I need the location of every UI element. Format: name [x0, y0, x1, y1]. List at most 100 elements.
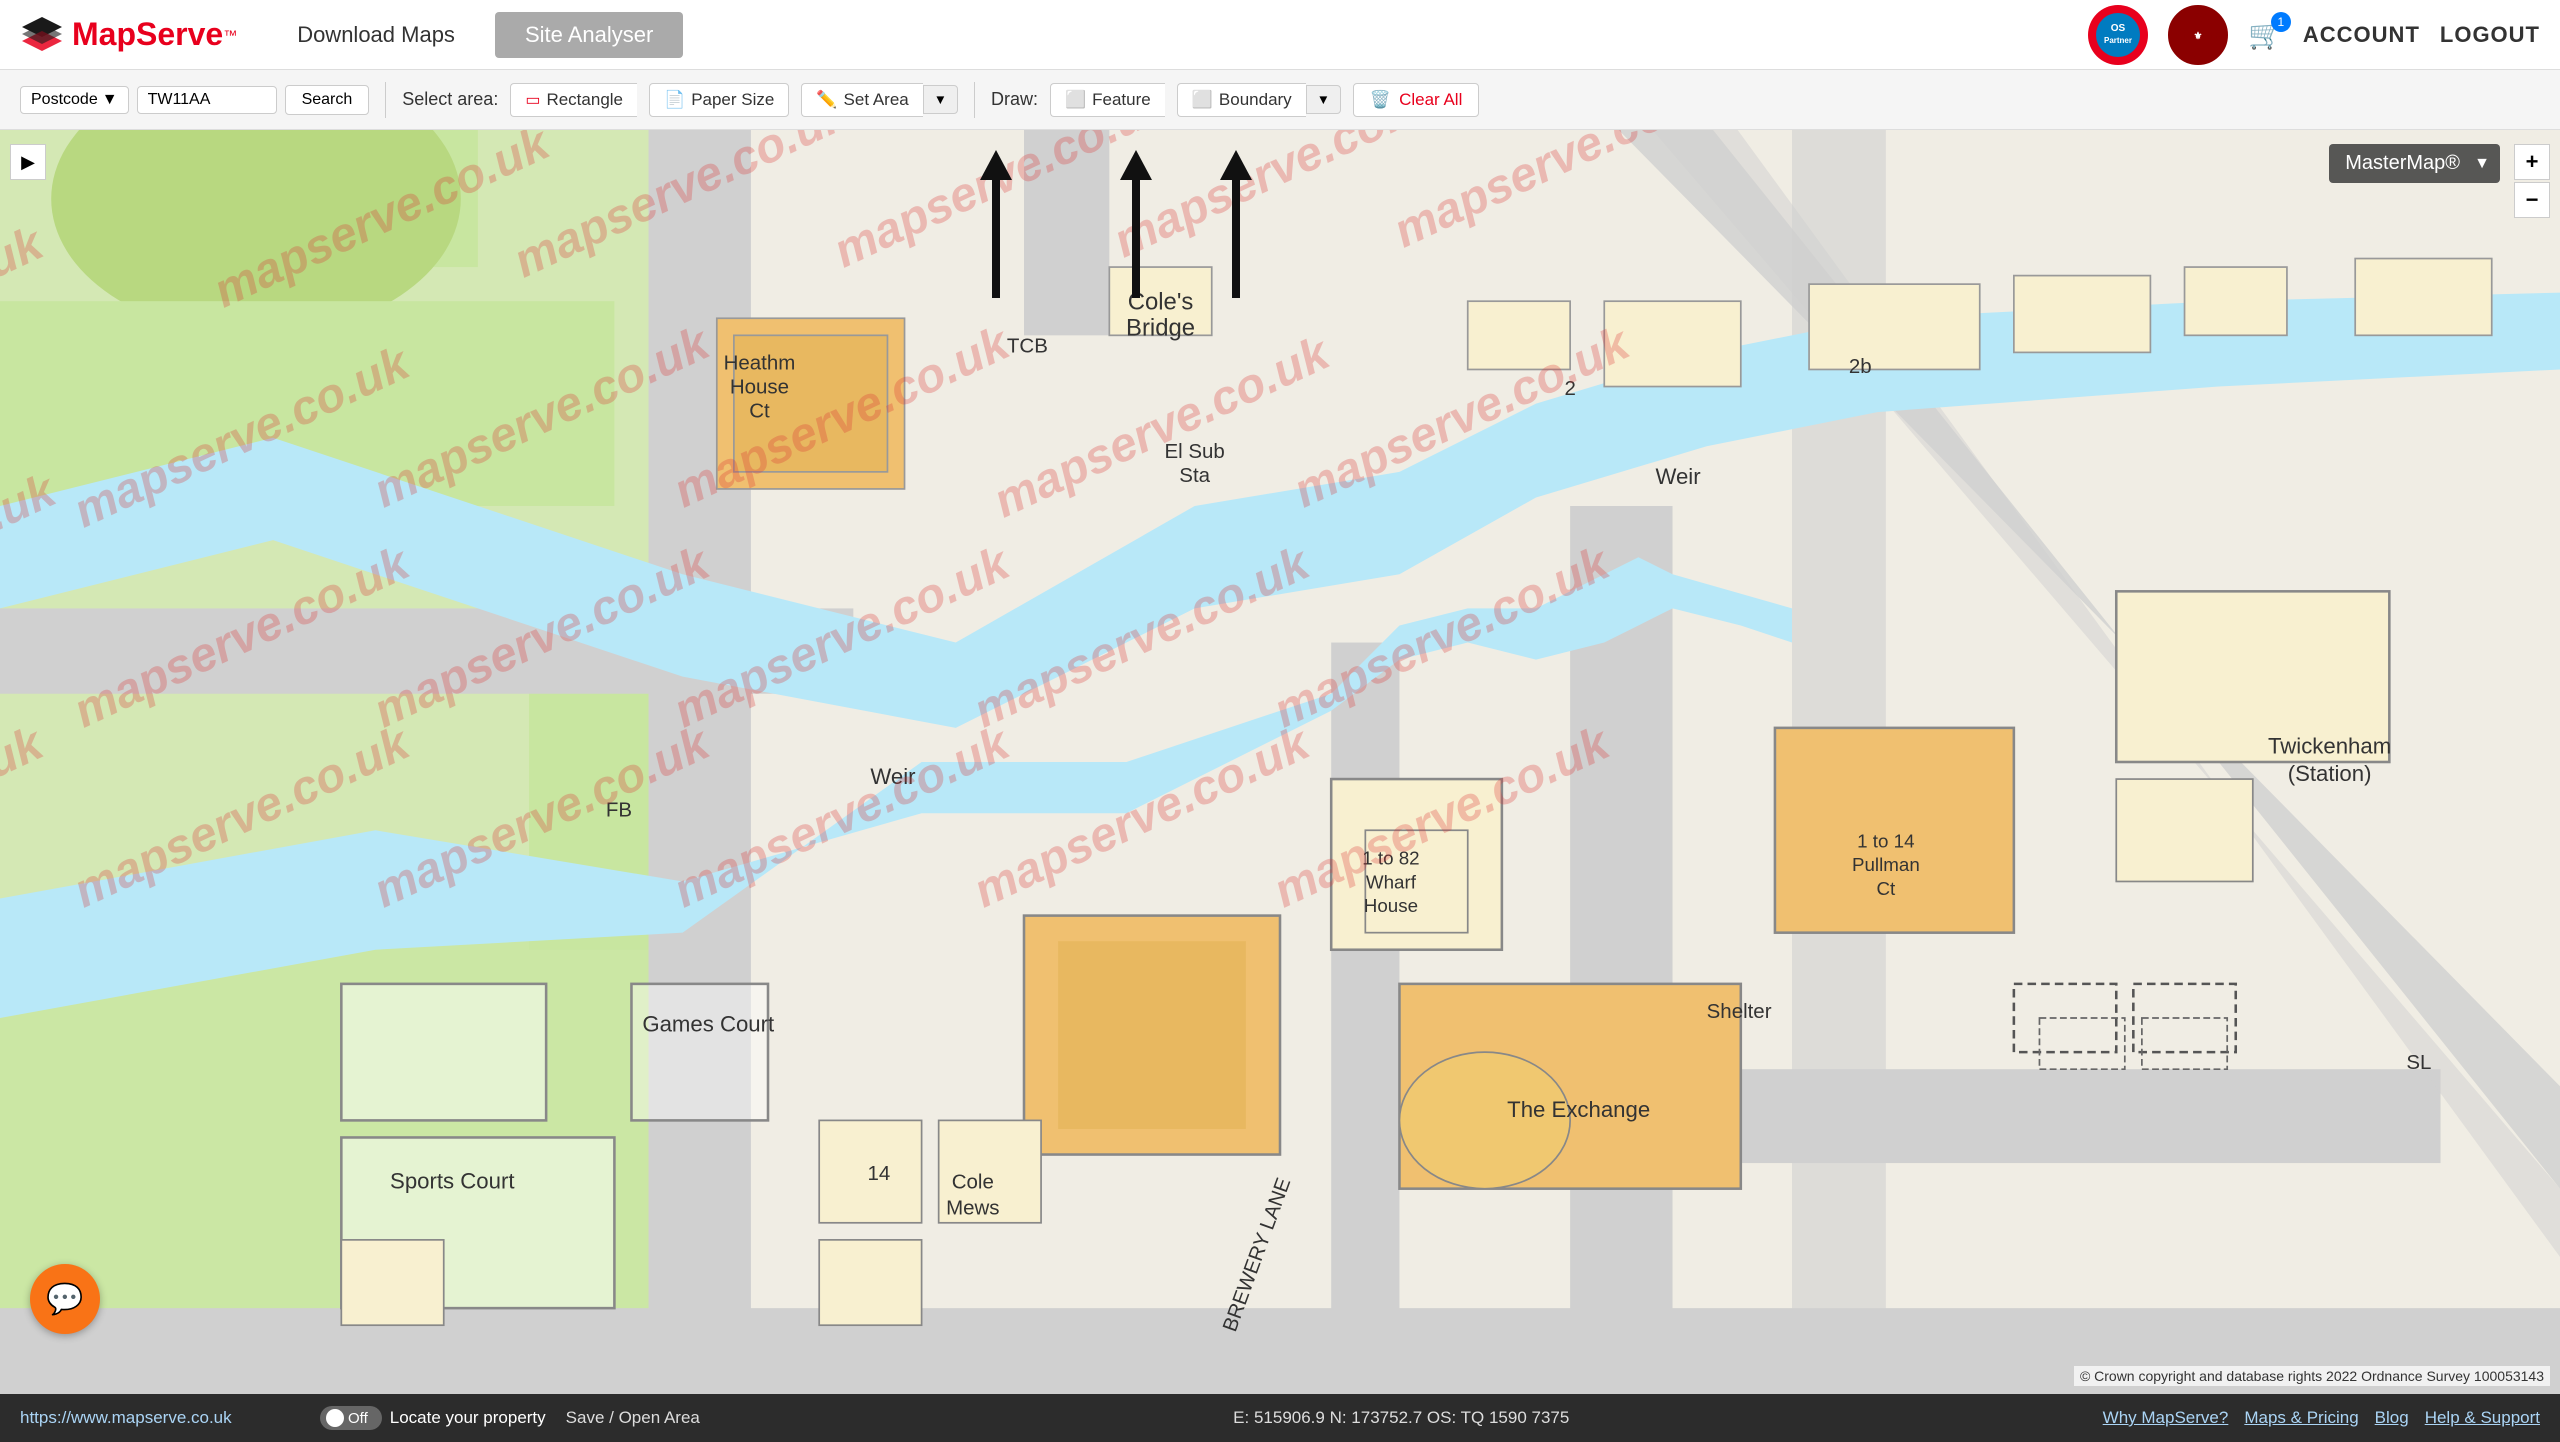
save-open-label[interactable]: Save / Open Area — [566, 1408, 700, 1428]
svg-text:Mews: Mews — [946, 1196, 999, 1219]
svg-text:Partner: Partner — [2104, 36, 2132, 45]
svg-text:The Exchange: The Exchange — [1507, 1097, 1650, 1122]
postcode-type-select[interactable]: Postcode ▼ — [20, 86, 129, 114]
set-area-icon: ✏️ — [816, 90, 837, 110]
set-area-group: ✏️ Set Area ▼ — [801, 83, 958, 117]
svg-text:TCB: TCB — [1007, 334, 1048, 357]
map-copyright: © Crown copyright and database rights 20… — [2074, 1366, 2550, 1386]
svg-text:Heathm: Heathm — [724, 351, 796, 374]
zoom-in-button[interactable]: + — [2514, 144, 2550, 180]
expand-map-button[interactable]: ▶ — [10, 144, 46, 180]
zoom-controls: + − — [2514, 144, 2550, 218]
header: MapServe™ Download Maps Site Analyser OS… — [0, 0, 2560, 70]
svg-text:2: 2 — [1564, 377, 1575, 400]
arrow-shaft-2 — [1132, 178, 1140, 298]
rectangle-button[interactable]: ▭ Rectangle — [510, 83, 637, 117]
toolbar: Postcode ▼ Search Select area: ▭ Rectang… — [0, 70, 2560, 130]
feature-group: ⬜ Feature — [1050, 83, 1165, 117]
set-area-dropdown[interactable]: ▼ — [923, 85, 958, 114]
boundary-icon: ⬜ — [1192, 90, 1213, 110]
account-link[interactable]: ACCOUNT — [2303, 22, 2420, 48]
boundary-button[interactable]: ⬜ Boundary — [1177, 83, 1306, 117]
svg-text:⚜: ⚜ — [2194, 31, 2203, 42]
locate-label: Locate your property — [390, 1408, 546, 1428]
svg-text:Games Court: Games Court — [642, 1012, 774, 1037]
divider2 — [974, 82, 975, 118]
svg-text:1 to 82: 1 to 82 — [1362, 847, 1419, 868]
clear-all-button[interactable]: 🗑️ Clear All — [1353, 83, 1479, 117]
svg-text:Bridge: Bridge — [1126, 314, 1195, 341]
logout-link[interactable]: LOGOUT — [2440, 22, 2540, 48]
trash-icon: 🗑️ — [1370, 90, 1391, 110]
svg-text:El Sub: El Sub — [1165, 440, 1225, 463]
divider1 — [385, 82, 386, 118]
boundary-dropdown[interactable]: ▼ — [1306, 85, 1341, 114]
toggle-label: Off — [348, 1410, 368, 1427]
draw-label: Draw: — [991, 89, 1038, 110]
help-support-link[interactable]: Help & Support — [2425, 1408, 2540, 1428]
svg-text:Weir: Weir — [1655, 464, 1701, 489]
arrow-head-3 — [1220, 150, 1252, 180]
svg-text:SL: SL — [2406, 1051, 2431, 1074]
svg-text:House: House — [730, 375, 789, 398]
paper-icon: 📄 — [664, 90, 685, 110]
cart-count: 1 — [2271, 12, 2291, 32]
set-area-button[interactable]: ✏️ Set Area — [801, 83, 922, 117]
arrow-head-1 — [980, 150, 1012, 180]
select-area-label: Select area: — [402, 89, 498, 110]
rectangle-group: ▭ Rectangle — [510, 83, 637, 117]
svg-text:Sports Court: Sports Court — [390, 1169, 514, 1194]
logo-tm: ™ — [223, 27, 237, 43]
map-layer-name: MasterMap® — [2345, 152, 2460, 175]
search-button[interactable]: Search — [285, 85, 370, 115]
postcode-input[interactable] — [137, 86, 277, 114]
download-maps-button[interactable]: Download Maps — [267, 12, 485, 58]
toggle-circle — [326, 1409, 344, 1427]
why-mapserve-link[interactable]: Why MapServe? — [2103, 1408, 2229, 1428]
svg-text:House: House — [1364, 895, 1418, 916]
site-analyser-button[interactable]: Site Analyser — [495, 12, 683, 58]
status-links: Why MapServe? Maps & Pricing Blog Help &… — [2103, 1408, 2540, 1428]
svg-text:2b: 2b — [1849, 355, 1872, 378]
svg-text:Wharf: Wharf — [1366, 871, 1417, 892]
svg-text:Shelter: Shelter — [1707, 1000, 1772, 1023]
paper-size-group: 📄 Paper Size — [649, 83, 789, 117]
svg-text:Weir: Weir — [870, 764, 916, 789]
feature-icon: ⬜ — [1065, 90, 1086, 110]
map-container[interactable]: Cole's Bridge TCB El Sub Sta Heathm Hous… — [0, 130, 2560, 1394]
boundary-group: ⬜ Boundary ▼ — [1177, 83, 1341, 117]
zoom-out-button[interactable]: − — [2514, 182, 2550, 218]
os-partner-badge: OS Partner — [2088, 5, 2148, 65]
svg-text:(Station): (Station) — [2288, 761, 2372, 786]
map-layer-arrow-icon: ▼ — [2474, 155, 2490, 173]
svg-text:14: 14 — [868, 1162, 891, 1185]
svg-text:Cole: Cole — [952, 1171, 994, 1194]
cart-button[interactable]: 🛒 1 — [2248, 18, 2283, 51]
arrow-annotation-3 — [1220, 150, 1252, 298]
svg-text:Pullman: Pullman — [1852, 854, 1920, 875]
svg-text:Twickenham: Twickenham — [2268, 733, 2391, 758]
arrow-shaft-3 — [1232, 178, 1240, 298]
toggle-switch[interactable]: Off — [320, 1406, 382, 1430]
feature-button[interactable]: ⬜ Feature — [1050, 83, 1165, 117]
svg-text:Ct: Ct — [1876, 878, 1896, 899]
paper-size-button[interactable]: 📄 Paper Size — [649, 83, 789, 117]
svg-text:OS: OS — [2111, 23, 2126, 34]
arrow-shaft-1 — [992, 178, 1000, 298]
map-layer-dropdown[interactable]: MasterMap® ▼ — [2329, 144, 2500, 183]
locate-toggle[interactable]: Off Locate your property — [320, 1406, 546, 1430]
chat-button[interactable]: 💬 — [30, 1264, 100, 1334]
map-svg: Cole's Bridge TCB El Sub Sta Heathm Hous… — [0, 130, 2560, 1394]
postcode-group: Postcode ▼ Search — [20, 85, 369, 115]
blog-link[interactable]: Blog — [2375, 1408, 2409, 1428]
logo: MapServe™ — [20, 13, 237, 57]
arrow-annotation-1 — [980, 150, 1012, 298]
status-bar: https://www.mapserve.co.uk Off Locate yo… — [0, 1394, 2560, 1442]
rectangle-icon: ▭ — [525, 90, 540, 110]
postcode-dropdown-icon: ▼ — [102, 91, 118, 109]
svg-text:1 to 14: 1 to 14 — [1857, 830, 1914, 851]
arrow-head-2 — [1120, 150, 1152, 180]
maps-pricing-link[interactable]: Maps & Pricing — [2244, 1408, 2358, 1428]
logo-name: MapServe — [72, 16, 223, 53]
svg-text:Sta: Sta — [1179, 464, 1210, 487]
